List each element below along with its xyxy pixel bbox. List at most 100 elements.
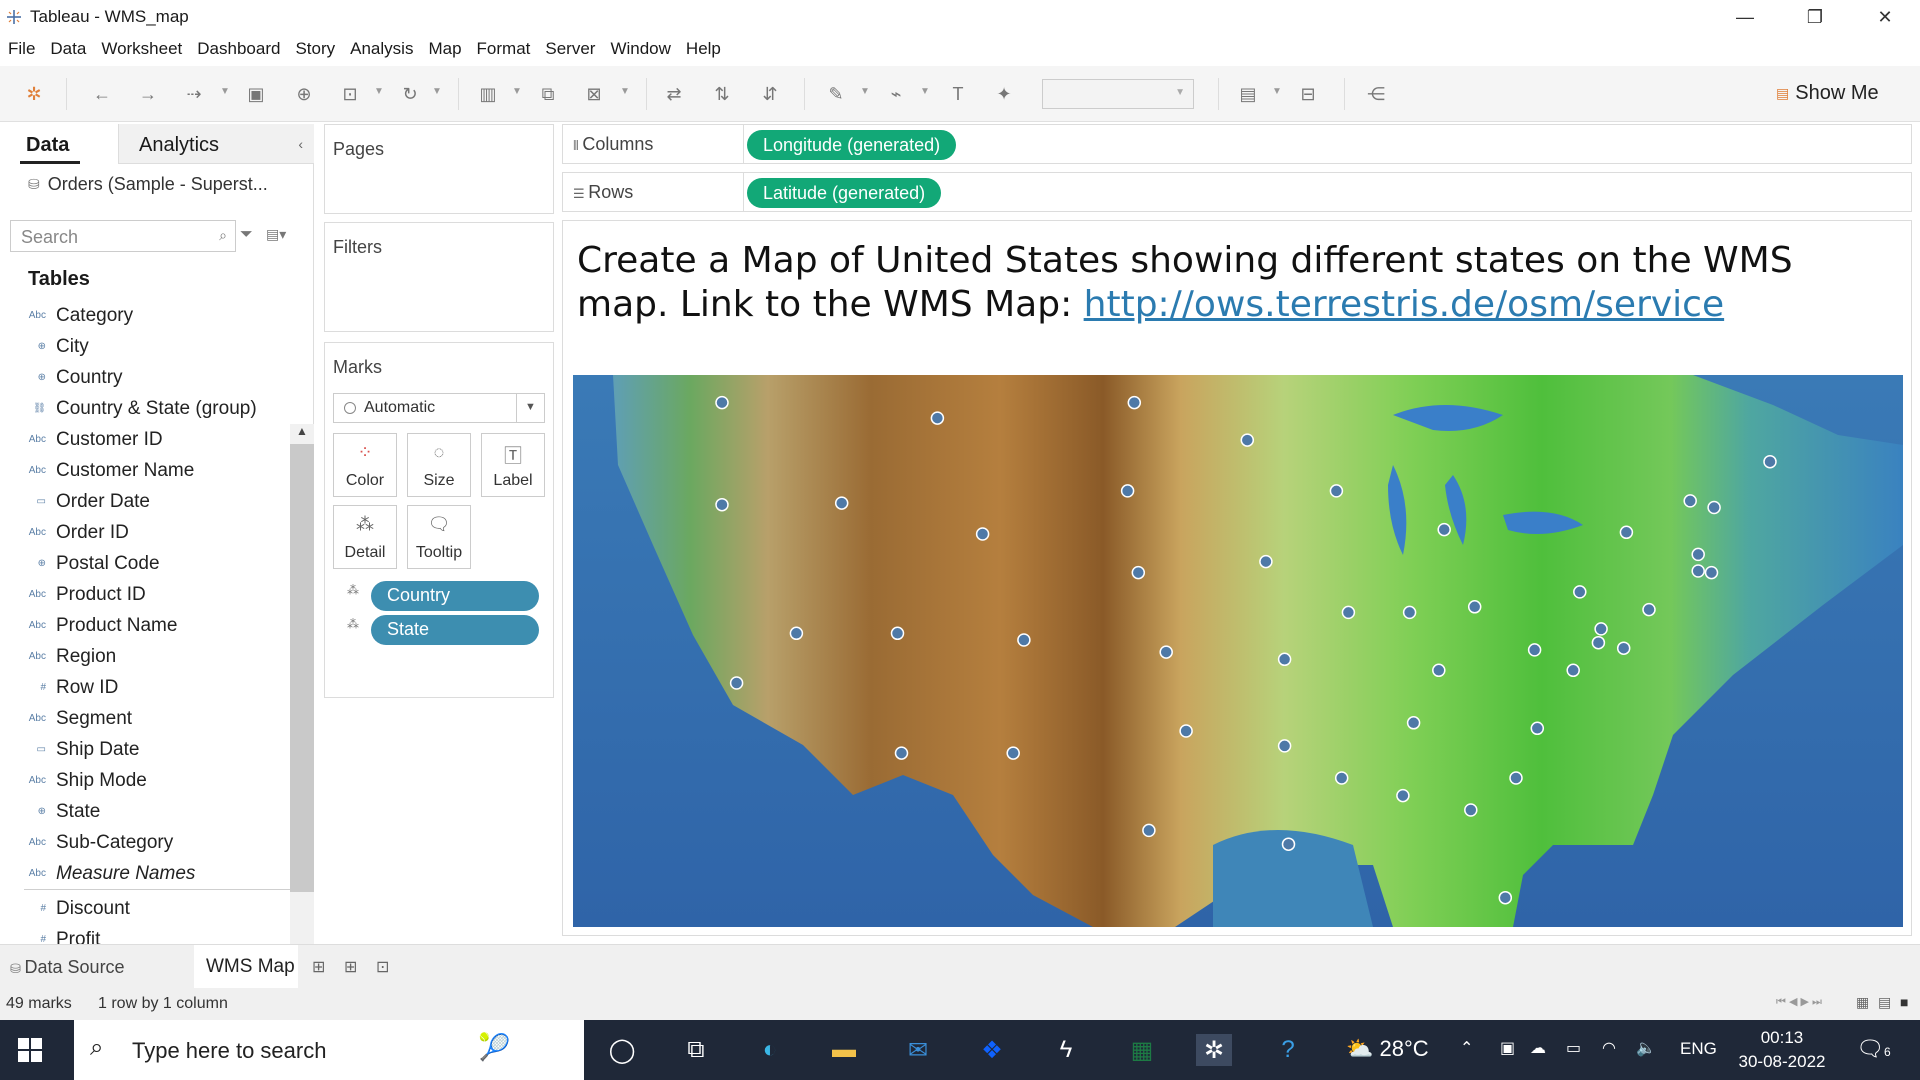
field-item[interactable]: Abc Category xyxy=(0,300,290,331)
new-datasource-icon[interactable]: ⊕ xyxy=(290,80,318,108)
wifi-icon[interactable]: ◠ xyxy=(1602,1038,1616,1058)
menu-help[interactable]: Help xyxy=(686,39,721,59)
pill-state[interactable]: State xyxy=(371,615,539,645)
state-mark[interactable] xyxy=(1120,484,1135,498)
wms-map[interactable] xyxy=(573,375,1903,927)
state-mark[interactable] xyxy=(729,676,744,690)
state-mark[interactable] xyxy=(1341,605,1356,620)
tray-chevron-icon[interactable]: ⌃ xyxy=(1460,1038,1473,1058)
state-mark[interactable] xyxy=(930,411,945,425)
menu-file[interactable]: File xyxy=(8,39,35,59)
field-item[interactable]: ▭ Order Date xyxy=(0,486,290,517)
refresh-icon[interactable]: ↻ xyxy=(396,80,424,108)
state-mark[interactable] xyxy=(1683,494,1697,508)
state-mark[interactable] xyxy=(715,497,729,512)
state-mark[interactable] xyxy=(1530,721,1545,736)
fix-axes-icon[interactable]: ✦ xyxy=(990,80,1018,108)
state-mark[interactable] xyxy=(1402,605,1417,620)
highlight-icon[interactable]: ✎ xyxy=(822,80,850,108)
scrollbar-thumb[interactable] xyxy=(290,444,314,892)
show-cards-icon[interactable]: ▤ xyxy=(1234,80,1262,108)
state-mark[interactable] xyxy=(1691,547,1705,562)
menu-window[interactable]: Window xyxy=(610,39,670,59)
data-source-tab[interactable]: ⛁ Data Source xyxy=(10,957,125,978)
tableau-taskbar-icon[interactable]: ✲ xyxy=(1196,1034,1232,1066)
state-mark[interactable] xyxy=(1498,890,1513,905)
state-mark[interactable] xyxy=(1329,484,1344,498)
state-mark[interactable] xyxy=(1464,803,1478,817)
menu-analysis[interactable]: Analysis xyxy=(350,39,413,59)
undo-icon[interactable]: ← xyxy=(88,80,116,108)
onedrive-icon[interactable]: ☁ xyxy=(1530,1038,1546,1058)
pause-dropdown-icon[interactable]: ▼ xyxy=(374,86,384,97)
state-mark[interactable] xyxy=(715,395,729,410)
fit-dropdown[interactable]: ▼ xyxy=(1042,79,1194,109)
collapse-pane-icon[interactable]: ‹ xyxy=(298,136,303,152)
weather-widget[interactable]: ⛅ 28°C xyxy=(1346,1036,1429,1062)
field-item[interactable]: ▭ Ship Date xyxy=(0,734,290,765)
sheet-sorter-icon[interactable]: ▦ xyxy=(1856,994,1869,1011)
state-mark[interactable] xyxy=(789,626,804,641)
state-mark[interactable] xyxy=(1509,771,1523,785)
tooltip-button[interactable]: 🗨 Tooltip xyxy=(407,505,471,569)
state-mark[interactable] xyxy=(1591,635,1606,650)
menu-map[interactable]: Map xyxy=(428,39,461,59)
pill-latitude[interactable]: Latitude (generated) xyxy=(747,178,942,208)
field-item[interactable]: ⛓ Country & State (group) xyxy=(0,393,290,424)
field-item[interactable]: Abc Sub-Category xyxy=(0,827,290,858)
pause-updates-icon[interactable]: ⊡ xyxy=(336,80,364,108)
state-mark[interactable] xyxy=(1642,602,1656,617)
edge-browser-icon[interactable]: ◐ xyxy=(752,1034,788,1066)
filmstrip-icon[interactable]: ▤ xyxy=(1878,994,1891,1011)
cortana-icon[interactable]: ◯ xyxy=(604,1034,640,1066)
state-mark[interactable] xyxy=(1017,633,1031,647)
field-item[interactable]: Abc Ship Mode xyxy=(0,765,290,796)
field-item[interactable]: Abc Customer ID xyxy=(0,424,290,455)
windows-start-icon[interactable] xyxy=(18,1038,42,1062)
datasource-item[interactable]: ⛁ Orders (Sample - Superst... xyxy=(28,174,268,195)
mark-type-dropdown[interactable]: Automatic ▼ xyxy=(333,393,545,423)
field-item[interactable]: Abc Product Name xyxy=(0,610,290,641)
restore-icon[interactable]: ❐ xyxy=(1780,0,1850,34)
language-indicator[interactable]: ENG xyxy=(1680,1039,1717,1059)
state-mark[interactable] xyxy=(1179,724,1193,738)
field-item[interactable]: Abc Product ID xyxy=(0,579,290,610)
help-icon[interactable]: ? xyxy=(1270,1034,1306,1066)
field-item[interactable]: ⊕ City xyxy=(0,331,290,362)
new-worksheet-tab-icon[interactable]: ⊞ xyxy=(312,957,325,977)
state-mark[interactable] xyxy=(1277,739,1292,753)
state-mark[interactable] xyxy=(1437,522,1451,537)
state-mark[interactable] xyxy=(1281,837,1296,851)
filter-icon[interactable]: ⏷ xyxy=(240,226,253,244)
refresh-dropdown-icon[interactable]: ▼ xyxy=(432,86,442,97)
replay-icon[interactable]: ⇢ xyxy=(180,80,208,108)
sheet-nav-icon[interactable]: ⏮ ◀ ▶ ⏭ xyxy=(1776,995,1822,1009)
field-item[interactable]: Abc Segment xyxy=(0,703,290,734)
menu-data[interactable]: Data xyxy=(50,39,86,59)
presentation-mode-icon[interactable]: ⊟ xyxy=(1294,80,1322,108)
pages-shelf[interactable]: Pages xyxy=(324,124,554,214)
field-item[interactable]: # Profit xyxy=(0,924,290,945)
new-worksheet-icon[interactable]: ▥ xyxy=(474,80,502,108)
share-icon[interactable]: ⋲ xyxy=(1362,80,1390,108)
group-members-icon[interactable]: ⌁ xyxy=(882,80,910,108)
close-icon[interactable]: ✕ xyxy=(1850,0,1920,34)
field-item[interactable]: Abc Order ID xyxy=(0,517,290,548)
state-mark[interactable] xyxy=(1527,643,1542,657)
sort-descending-icon[interactable]: ⇵ xyxy=(756,80,784,108)
excel-icon[interactable]: ▦ xyxy=(1124,1034,1160,1066)
state-mark[interactable] xyxy=(1334,771,1349,785)
wms-link[interactable]: http://ows.terrestris.de/osm/service xyxy=(1084,284,1724,325)
state-mark[interactable] xyxy=(1704,565,1719,580)
state-mark[interactable] xyxy=(1691,564,1705,578)
pill-country[interactable]: Country xyxy=(371,581,539,611)
group-dropdown-icon[interactable]: ▼ xyxy=(920,86,930,97)
menu-worksheet[interactable]: Worksheet xyxy=(101,39,182,59)
battery-icon[interactable]: ▭ xyxy=(1566,1038,1581,1058)
tabs-view-icon[interactable]: ■ xyxy=(1900,994,1908,1010)
sheet-tab-wms-map[interactable]: WMS Map xyxy=(194,945,298,989)
state-mark[interactable] xyxy=(1707,500,1721,515)
field-item[interactable]: # Discount xyxy=(0,893,290,924)
state-mark[interactable] xyxy=(1566,663,1580,678)
menu-format[interactable]: Format xyxy=(477,39,531,59)
